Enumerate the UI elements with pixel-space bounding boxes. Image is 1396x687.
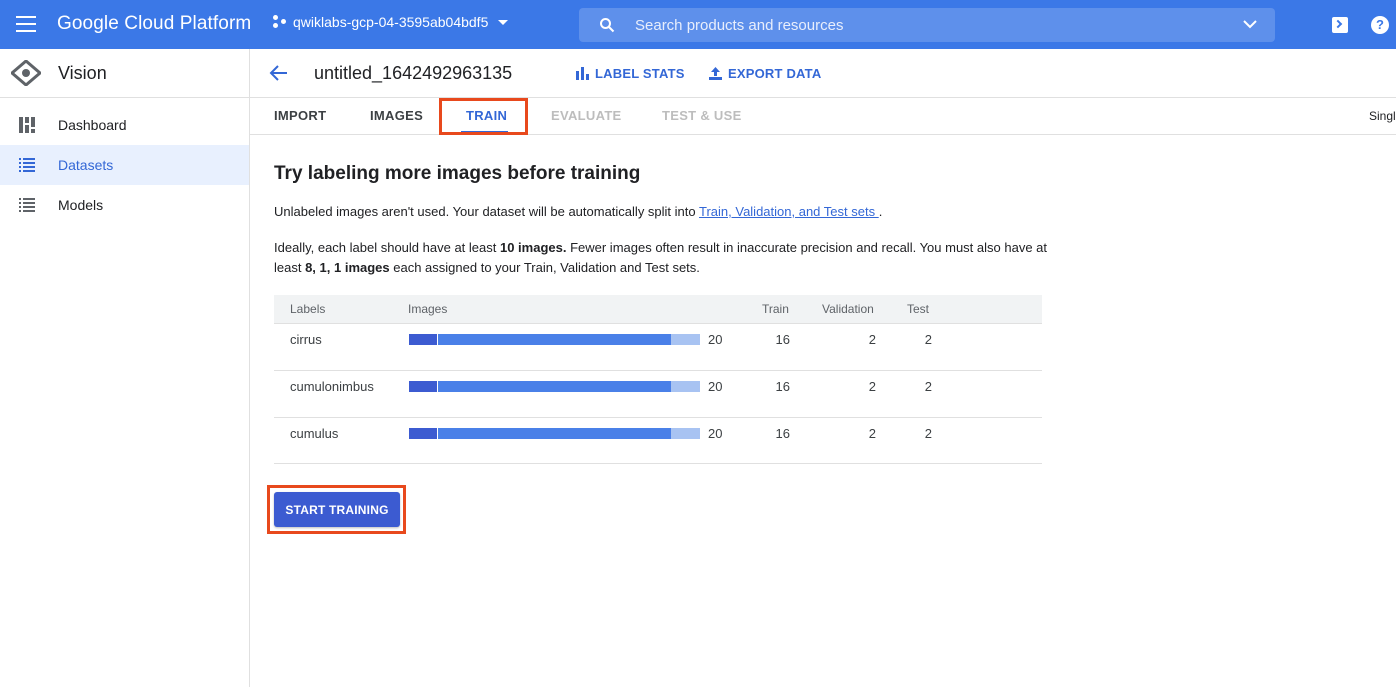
table-row: cumulonimbus 20 16 2 2 [274,370,1042,417]
start-training-button[interactable]: START TRAINING [274,492,400,527]
row-images: 20 [708,379,723,394]
col-test: Test [907,302,930,316]
row-label: cumulonimbus [290,379,374,394]
bar-segment-train [438,428,671,439]
row-label: cumulus [290,426,339,441]
bar-segment-validation [671,381,700,392]
dataset-header: untitled_1642492963135 LABEL STATS EXPOR… [250,49,1396,98]
col-train: Train [762,302,789,316]
caret-down-icon [498,19,509,25]
upload-icon [709,67,722,80]
tab-images[interactable]: IMAGES [370,108,423,123]
row-validation: 2 [868,332,876,347]
chevron-down-icon[interactable] [1243,19,1257,29]
col-labels: Labels [290,302,326,316]
row-images: 20 [708,332,723,347]
tab-test-use[interactable]: TEST & USE [662,108,742,123]
split-sets-link[interactable]: Train, Validation, and Test sets [699,204,879,219]
sidebar-item-models[interactable]: Models [0,185,249,225]
table-row: cumulus 20 16 2 2 [274,417,1042,464]
rec-text-e: each assigned to your Train, Validation … [389,260,700,275]
hamburger-menu-icon[interactable] [16,16,36,32]
section-title: Try labeling more images before training [274,163,641,184]
sidebar-title: Vision [58,63,107,83]
bar-segment-test [409,428,437,439]
row-validation: 2 [868,426,876,441]
row-test: 2 [924,379,932,394]
back-arrow-icon[interactable] [269,64,289,82]
search-input[interactable] [635,8,1195,42]
project-dots-icon [272,14,288,30]
label-stats-table: Labels Images Train Validation Test cirr… [274,295,1042,464]
row-train: 16 [775,332,790,347]
bar-segment-train [438,334,671,345]
brand-title[interactable]: Google Cloud Platform [57,13,251,35]
list-icon [19,198,35,212]
bar-segment-test [409,334,437,345]
col-images: Images [408,302,448,316]
tab-train-highlight-box [439,98,528,135]
sidebar: Vision Dashboard Datasets Models [0,49,250,687]
sidebar-header: Vision [0,49,249,98]
table-header: Labels Images Train Validation Test [274,295,1042,323]
split-info-prefix: Unlabeled images aren't used. Your datas… [274,204,699,219]
row-train: 16 [775,426,790,441]
vision-logo-icon [11,60,41,86]
split-info-text: Unlabeled images aren't used. Your datas… [274,202,1054,222]
image-split-bar [409,381,700,392]
image-split-bar [409,334,700,345]
project-selector[interactable]: qwiklabs-gcp-04-3595ab04bdf5 [272,14,509,30]
help-icon[interactable]: ? [1371,16,1389,34]
tab-evaluate[interactable]: EVALUATE [551,108,622,123]
top-app-bar: Google Cloud Platform qwiklabs-gcp-04-35… [0,0,1396,49]
col-validation: Validation [822,302,874,316]
export-data-button[interactable]: EXPORT DATA [709,66,821,81]
sidebar-item-label: Models [58,197,104,213]
model-type-label: Singl [1369,109,1396,123]
bar-segment-train [438,381,671,392]
sidebar-item-label: Dashboard [58,117,127,133]
image-split-bar [409,428,700,439]
search-bar[interactable] [579,8,1275,42]
sidebar-item-label: Datasets [58,157,114,173]
table-row: cirrus 20 16 2 2 [274,323,1042,370]
page-title: untitled_1642492963135 [314,63,513,83]
row-validation: 2 [868,379,876,394]
row-images: 20 [708,426,723,441]
row-label: cirrus [290,332,322,347]
recommendation-text: Ideally, each label should have at least… [274,238,1054,278]
cloud-shell-icon[interactable] [1332,17,1348,33]
split-info-suffix: . [878,204,883,219]
row-test: 2 [924,426,932,441]
bar-chart-icon [576,67,589,80]
row-test: 2 [924,332,932,347]
rec-text-d: 8, 1, 1 images [305,260,390,275]
row-train: 16 [775,379,790,394]
rec-text-b: 10 images. [499,240,567,255]
project-name: qwiklabs-gcp-04-3595ab04bdf5 [293,14,489,30]
search-icon [600,18,615,33]
rec-text-a: Ideally, each label should have at least [274,240,500,255]
bar-segment-validation [671,334,700,345]
label-stats-button[interactable]: LABEL STATS [576,66,685,81]
export-data-label: EXPORT DATA [728,66,822,81]
tab-bar: IMPORT IMAGES TRAIN EVALUATE TEST & USE … [250,98,1396,135]
bar-segment-test [409,381,437,392]
sidebar-item-dashboard[interactable]: Dashboard [0,105,249,145]
sidebar-item-datasets[interactable]: Datasets [0,145,249,185]
label-stats-label: LABEL STATS [595,66,685,81]
tab-import[interactable]: IMPORT [274,108,326,123]
list-icon [19,158,35,172]
bar-segment-validation [671,428,700,439]
dashboard-icon [19,117,35,133]
